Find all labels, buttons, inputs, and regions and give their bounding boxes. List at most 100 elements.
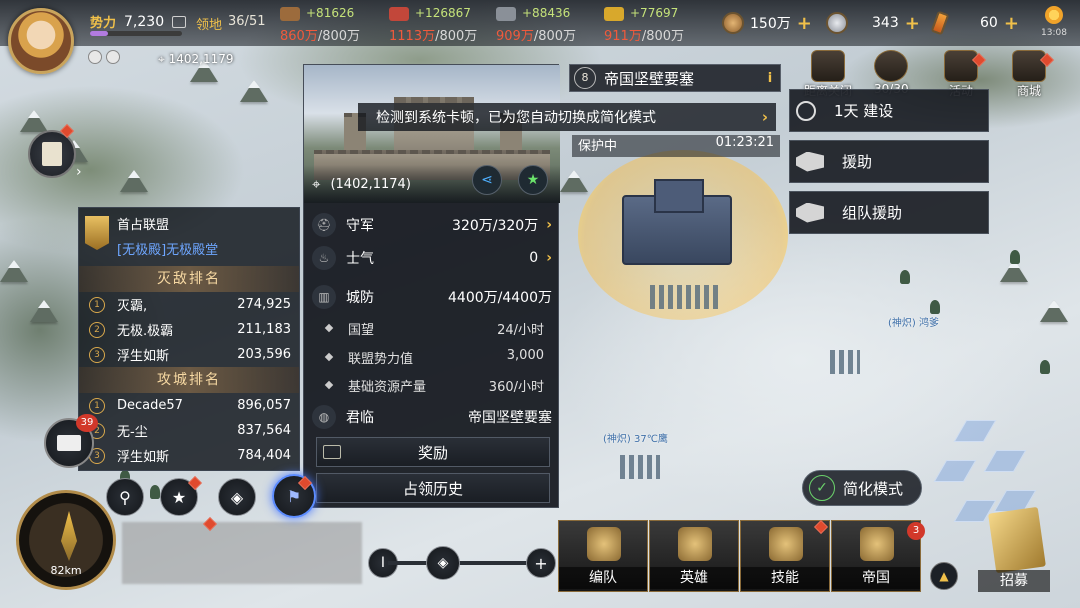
share-button[interactable]: ⋖: [472, 165, 502, 195]
expand-up-button[interactable]: ▲: [930, 562, 958, 590]
aid-button[interactable]: 援助: [789, 140, 989, 183]
rank-number: 1: [89, 397, 105, 414]
protection-label: 保护中: [578, 139, 618, 154]
envelope-icon: [57, 435, 81, 451]
currency-copper[interactable]: 150万 +: [722, 12, 812, 34]
aid-label: 援助: [842, 153, 873, 171]
add-copper-button[interactable]: +: [797, 13, 812, 34]
resource-gain: +126867: [415, 6, 471, 20]
alliance-ranking-panel: 首占联盟 [无极殿]无极殿堂 灭敌排名 1 灭霸, 274,925 2 无极.极…: [78, 207, 300, 471]
tab-label: 帝国: [832, 567, 920, 589]
rank-score: 837,564: [237, 423, 291, 438]
search-button[interactable]: ⚲: [106, 478, 144, 516]
build-label: 1天 建设: [834, 102, 894, 120]
currency-gem[interactable]: 60 +: [930, 10, 1019, 36]
occupation-history-button[interactable]: 占领历史: [316, 473, 550, 503]
grid-menu-button[interactable]: ◈: [218, 478, 256, 516]
team-aid-button[interactable]: 组队援助: [789, 191, 989, 234]
shop-label: 商城: [1016, 84, 1041, 98]
notice-text: 检测到系统卡顿，已为您自动切换成简化模式: [376, 110, 656, 126]
siege-rank-row[interactable]: 1 Decade57 896,057: [79, 393, 299, 418]
mountain: [0, 260, 28, 282]
zoom-slider[interactable]: I ◈ +: [368, 546, 558, 580]
gem-icon: [930, 10, 950, 36]
add-silver-button[interactable]: +: [905, 13, 920, 34]
mail-count-badge: 39: [76, 414, 98, 432]
kill-rank-row[interactable]: 3 浮生如斯 203,596: [79, 342, 299, 367]
add-gem-button[interactable]: +: [1004, 13, 1019, 34]
resource-grain[interactable]: +77697 911万/800万: [604, 5, 708, 44]
expand-arrow-icon[interactable]: ›: [76, 164, 82, 180]
bullet-icon: [324, 352, 334, 362]
zoom-track[interactable]: [388, 561, 538, 565]
territory-value: 36/51: [228, 14, 266, 29]
tree: [930, 300, 940, 314]
quest-scroll-button[interactable]: [28, 130, 76, 178]
flame-icon: ♨: [312, 246, 336, 270]
map-player-label[interactable]: (神炽) 鸿爹: [888, 314, 939, 329]
favorite-button[interactable]: ★: [518, 165, 548, 195]
resource-gain: +88436: [522, 6, 571, 20]
diamond-icon: ◈: [437, 555, 449, 571]
detail-row: 基础资源产量 360/小时: [324, 376, 544, 395]
player-coordinates[interactable]: ⌖ 1402,1179: [158, 52, 234, 67]
currency-silver[interactable]: 343 +: [826, 12, 920, 34]
currency-value: 343: [872, 15, 899, 31]
kill-rank-row[interactable]: 1 灭霸, 274,925: [79, 292, 299, 317]
garrison-row[interactable]: ⛑ 守军 320万/320万 ›: [312, 213, 552, 237]
rank-player-name: 浮生如斯: [117, 349, 170, 364]
resource-wood[interactable]: +81626 860万/800万: [280, 5, 384, 44]
army-troops[interactable]: [830, 350, 860, 374]
map-player-label[interactable]: (神炽) 37℃鹰: [603, 430, 668, 445]
army-troops[interactable]: [650, 285, 720, 309]
territory-display[interactable]: 领地 36/51: [196, 14, 265, 33]
currency-value: 60: [980, 15, 998, 31]
simplified-mode-toggle[interactable]: ✓ 简化模式: [802, 470, 922, 506]
lag-notice-banner[interactable]: 检测到系统卡顿，已为您自动切换成简化模式 ›: [358, 103, 776, 131]
territory-tile: [953, 420, 997, 442]
stat-name: 城防: [346, 290, 374, 306]
tab-skills[interactable]: 技能: [740, 520, 830, 592]
build-button[interactable]: 1天 建设: [789, 89, 989, 132]
kill-rank-row[interactable]: 2 无极.极霸 211,183: [79, 317, 299, 342]
resource-gain: +77697: [630, 6, 679, 20]
resource-meat[interactable]: +126867 1113万/800万: [389, 5, 493, 44]
power-progress-bar: [90, 31, 182, 36]
grain-icon: [604, 7, 624, 21]
ruler-row: ◍ 君临 帝国坚壁要塞: [312, 405, 552, 429]
power-detail-icon[interactable]: [172, 15, 187, 28]
mountain: [1040, 300, 1068, 322]
resource-iron[interactable]: +88436 909万/800万: [496, 5, 600, 44]
location-coordinates: (1402,1174): [330, 176, 411, 192]
activity-icon: [944, 50, 978, 82]
fortress-building[interactable]: [622, 179, 732, 265]
zoom-handle[interactable]: ◈: [426, 546, 460, 580]
clock-time: 13:08: [1041, 28, 1067, 38]
morale-row[interactable]: ♨ 士气 0 ›: [312, 246, 552, 270]
meat-icon: [389, 7, 409, 21]
scroll-icon: [42, 142, 62, 166]
siege-rank-row[interactable]: 3 浮生如斯 784,404: [79, 443, 299, 468]
power-display[interactable]: 势力 7,230: [90, 12, 187, 31]
siege-rank-row[interactable]: 2 无-尘 837,564: [79, 418, 299, 443]
info-icon[interactable]: i: [760, 71, 780, 86]
kill-rank-header: 灭敌排名: [79, 266, 299, 292]
player-avatar[interactable]: [8, 8, 74, 74]
recruit-button[interactable]: 招募: [978, 506, 1050, 592]
alliance-name-link[interactable]: [无极殿]无极殿堂: [117, 239, 291, 258]
tab-heroes[interactable]: 英雄: [649, 520, 739, 592]
zoom-in-button[interactable]: +: [526, 548, 556, 578]
shop-icon: [1012, 50, 1046, 82]
stat-value: 0: [529, 250, 539, 266]
tab-formation[interactable]: 编队: [558, 520, 648, 592]
power-label: 势力: [90, 16, 117, 31]
flag-icon: ⚑: [286, 486, 302, 506]
resource-max: /800万: [641, 29, 685, 44]
mountain: [120, 170, 148, 192]
blurred-chat-area[interactable]: [122, 522, 362, 584]
army-troops[interactable]: [620, 455, 660, 479]
grid-icon: ◈: [230, 487, 244, 507]
weather-clock[interactable]: 13:08: [1034, 6, 1074, 39]
compass-button[interactable]: 82km: [16, 490, 116, 590]
reward-button[interactable]: 奖励: [316, 437, 550, 467]
